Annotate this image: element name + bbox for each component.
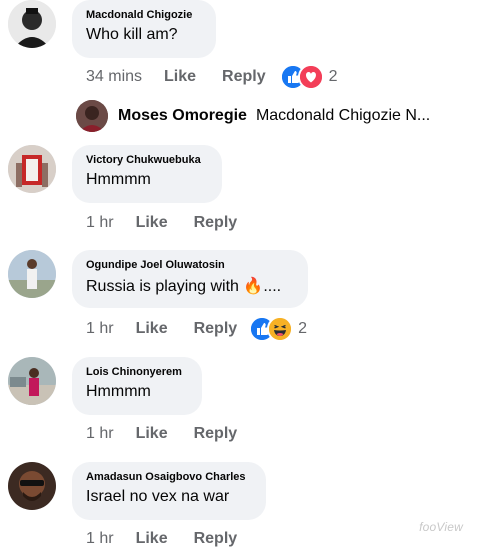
avatar-ogundipe-joel[interactable] xyxy=(8,250,56,298)
comment-text: Hmmmm xyxy=(86,383,151,400)
comment-time[interactable]: 1 hr xyxy=(86,320,114,338)
avatar-victory-chukwuebuka[interactable] xyxy=(8,145,56,193)
comment-bubble: Ogundipe Joel Oluwatosin Russia is playi… xyxy=(72,250,308,308)
comment-time[interactable]: 1 hr xyxy=(86,425,114,443)
comment-actions: 1 hr Like Reply xyxy=(86,527,237,551)
fire-emoji-icon: 🔥 xyxy=(243,278,264,295)
comment-bubble: Macdonald Chigozie Who kill am? xyxy=(72,0,216,58)
reply-author-name[interactable]: Moses Omoregie xyxy=(118,107,247,125)
comment-text: Israel no vex na war xyxy=(86,488,230,505)
reply-preview-text: Macdonald Chigozie N... xyxy=(255,107,431,124)
reply-button[interactable]: Reply xyxy=(222,68,266,86)
reply-button[interactable]: Reply xyxy=(194,425,238,443)
like-button[interactable]: Like xyxy=(136,425,168,443)
haha-reaction-icon xyxy=(267,316,294,342)
avatar-macdonald-chigozie[interactable] xyxy=(8,0,56,48)
reply-preview[interactable]: Moses Omoregie Macdonald Chigozie N... xyxy=(76,98,430,134)
reaction-summary[interactable]: 2 xyxy=(249,316,307,342)
comment-bubble: Amadasun Osaigbovo Charles Israel no vex… xyxy=(72,462,266,520)
reply-button[interactable]: Reply xyxy=(194,214,238,232)
commenter-name[interactable]: Victory Chukwuebuka xyxy=(86,154,208,166)
love-reaction-icon xyxy=(297,64,324,90)
like-button[interactable]: Like xyxy=(164,68,196,86)
comment-text: Russia is playing with 🔥.... xyxy=(86,276,294,296)
comment-actions: 1 hr Like Reply xyxy=(86,211,237,235)
comment-time[interactable]: 1 hr xyxy=(86,214,114,232)
comment-text-body: Russia is playing with xyxy=(86,278,239,295)
comment-time[interactable]: 34 mins xyxy=(86,68,142,86)
reaction-summary[interactable]: 2 xyxy=(279,64,338,90)
commenter-name[interactable]: Lois Chinonyerem xyxy=(86,366,188,378)
like-button[interactable]: Like xyxy=(136,530,168,548)
reaction-count: 2 xyxy=(298,320,308,337)
fooview-watermark: fooView xyxy=(419,520,463,534)
comment-text: Hmmmm xyxy=(86,171,151,188)
comment-time[interactable]: 1 hr xyxy=(86,530,114,548)
commenter-name[interactable]: Amadasun Osaigbovo Charles xyxy=(86,471,252,483)
like-button[interactable]: Like xyxy=(136,320,168,338)
commenter-name[interactable]: Ogundipe Joel Oluwatosin xyxy=(86,259,294,271)
reply-button[interactable]: Reply xyxy=(194,320,238,338)
reply-button[interactable]: Reply xyxy=(194,530,238,548)
comment-bubble: Victory Chukwuebuka Hmmmm xyxy=(72,145,222,203)
avatar-lois-chinonyerem[interactable] xyxy=(8,357,56,405)
commenter-name[interactable]: Macdonald Chigozie xyxy=(86,9,202,21)
avatar-amadasun-osaigbovo[interactable] xyxy=(8,462,56,510)
like-button[interactable]: Like xyxy=(136,214,168,232)
comment-actions: 1 hr Like Reply 2 xyxy=(86,316,307,342)
comment-actions: 1 hr Like Reply xyxy=(86,422,237,446)
avatar-moses-omoregie[interactable] xyxy=(76,100,108,132)
comment-text: Who kill am? xyxy=(86,26,178,43)
comment-bubble: Lois Chinonyerem Hmmmm xyxy=(72,357,202,415)
reaction-count: 2 xyxy=(328,68,338,85)
comment-actions: 34 mins Like Reply 2 xyxy=(86,64,338,90)
comment-text-suffix: .... xyxy=(263,278,282,295)
